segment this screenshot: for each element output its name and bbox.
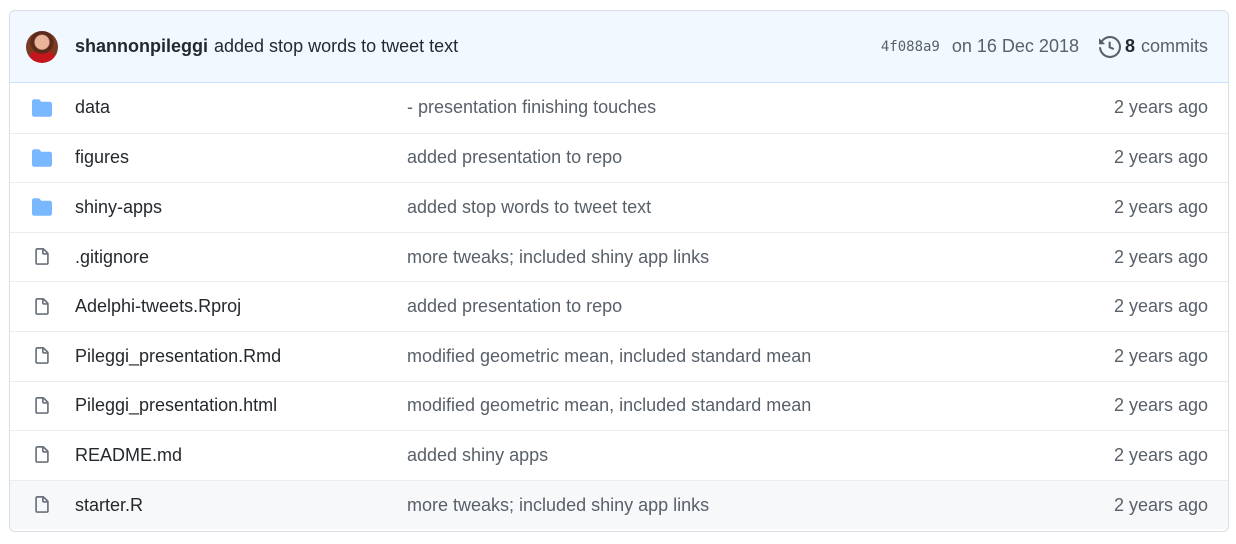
file-row[interactable]: .gitignore more tweaks; included shiny ap… xyxy=(10,231,1228,282)
file-icon xyxy=(30,345,54,367)
file-icon xyxy=(30,395,54,417)
file-icon xyxy=(30,444,54,466)
commit-count: 8 xyxy=(1124,36,1135,56)
file-commit-message-link[interactable]: added shiny apps xyxy=(407,445,1114,466)
file-commit-age: 2 years ago xyxy=(1113,395,1208,416)
folder-icon xyxy=(30,148,54,168)
commit-sha-link[interactable]: 4f088a9 xyxy=(881,39,940,55)
folder-icon xyxy=(30,98,54,118)
history-icon xyxy=(1098,35,1121,58)
file-row[interactable]: README.md added shiny apps 2 years ago xyxy=(10,430,1228,480)
file-row[interactable]: shiny-apps added stop words to tweet text… xyxy=(10,182,1228,232)
file-icon xyxy=(30,246,54,268)
avatar[interactable] xyxy=(26,30,58,63)
file-commit-age: 2 years ago xyxy=(1113,97,1208,118)
folder-icon xyxy=(30,197,54,217)
file-row[interactable]: data - presentation finishing touches 2 ye… xyxy=(10,83,1228,133)
file-row[interactable]: Adelphi-tweets.Rproj added presentation t… xyxy=(10,281,1228,331)
file-row[interactable]: Pileggi_presentation.html modified geomet… xyxy=(10,380,1228,431)
file-commit-age: 2 years ago xyxy=(1113,296,1208,317)
file-name-link[interactable]: starter.R xyxy=(75,495,407,516)
commits-link[interactable]: 8 commits xyxy=(1098,35,1208,58)
file-commit-message-link[interactable]: modified geometric mean, included standa… xyxy=(407,346,1114,367)
file-commit-message-link[interactable]: added presentation to repo xyxy=(407,296,1114,317)
commit-author-link[interactable]: shannonpileggi xyxy=(75,36,208,57)
file-row[interactable]: Pileggi_presentation.Rmd modified geometr… xyxy=(10,330,1228,381)
commit-date: on 16 Dec 2018 xyxy=(951,36,1079,56)
file-name-link[interactable]: Adelphi-tweets.Rproj xyxy=(75,296,407,317)
file-list-box: shannonpileggi added stop words to tweet… xyxy=(9,10,1229,532)
file-name-link[interactable]: shiny-apps xyxy=(75,197,407,218)
latest-commit-header: shannonpileggi added stop words to tweet… xyxy=(10,11,1228,83)
file-commit-message-link[interactable]: more tweaks; included shiny app links xyxy=(407,495,1114,516)
file-row[interactable]: starter.R more tweaks; included shiny app… xyxy=(10,479,1228,530)
file-commit-age: 2 years ago xyxy=(1113,246,1208,267)
file-commit-age: 2 years ago xyxy=(1113,196,1208,217)
file-commit-age: 2 years ago xyxy=(1113,147,1208,168)
file-rows: data - presentation finishing touches 2 ye… xyxy=(10,83,1228,530)
file-commit-age: 2 years ago xyxy=(1113,444,1208,465)
file-name-link[interactable]: README.md xyxy=(75,445,407,466)
file-commit-message-link[interactable]: - presentation finishing touches xyxy=(407,97,1114,118)
commits-label: commits xyxy=(1141,36,1208,56)
file-commit-age: 2 years ago xyxy=(1113,494,1208,515)
file-commit-message-link[interactable]: added stop words to tweet text xyxy=(407,197,1114,218)
file-row[interactable]: figures added presentation to repo 2 years… xyxy=(10,132,1228,183)
file-name-link[interactable]: figures xyxy=(75,147,407,168)
file-icon xyxy=(30,296,54,318)
file-name-link[interactable]: Pileggi_presentation.Rmd xyxy=(75,346,407,367)
file-commit-message-link[interactable]: modified geometric mean, included standa… xyxy=(407,395,1114,416)
file-commit-message-link[interactable]: more tweaks; included shiny app links xyxy=(407,247,1114,268)
file-name-link[interactable]: Pileggi_presentation.html xyxy=(75,395,407,416)
file-commit-message-link[interactable]: added presentation to repo xyxy=(407,147,1114,168)
commit-message-link[interactable]: added stop words to tweet text xyxy=(214,36,458,57)
file-name-link[interactable]: data xyxy=(75,97,407,118)
file-name-link[interactable]: .gitignore xyxy=(75,247,407,268)
file-commit-age: 2 years ago xyxy=(1113,345,1208,366)
file-icon xyxy=(30,494,54,516)
